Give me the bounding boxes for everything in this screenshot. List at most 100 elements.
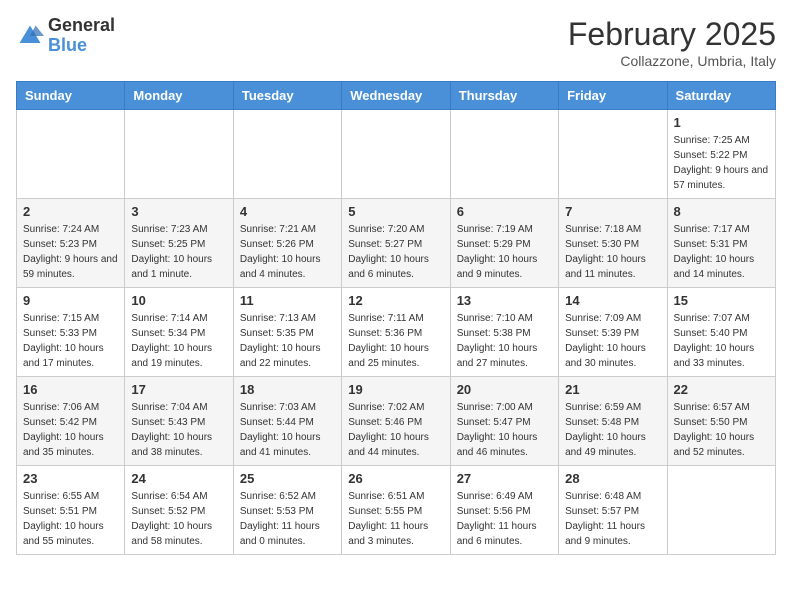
- day-info: Sunrise: 6:54 AM Sunset: 5:52 PM Dayligh…: [131, 489, 226, 549]
- calendar-cell: 25 Sunrise: 6:52 AM Sunset: 5:53 PM Dayli…: [233, 466, 341, 555]
- day-info: Sunrise: 6:57 AM Sunset: 5:50 PM Dayligh…: [674, 400, 769, 460]
- day-info: Sunrise: 7:18 AM Sunset: 5:30 PM Dayligh…: [565, 222, 660, 282]
- day-info: Sunrise: 6:48 AM Sunset: 5:57 PM Dayligh…: [565, 489, 660, 549]
- day-number: 7: [565, 204, 660, 219]
- day-info: Sunrise: 7:04 AM Sunset: 5:43 PM Dayligh…: [131, 400, 226, 460]
- day-info: Sunrise: 7:07 AM Sunset: 5:40 PM Dayligh…: [674, 311, 769, 371]
- calendar-cell: 12Sunrise: 7:11 AM Sunset: 5:36 PM Dayli…: [342, 288, 450, 377]
- day-number: 9: [23, 293, 118, 308]
- calendar-cell: [450, 110, 558, 199]
- calendar-cell: [559, 110, 667, 199]
- calendar-cell: 9 Sunrise: 7:15 AM Sunset: 5:33 PM Daylig…: [17, 288, 125, 377]
- day-number: 19: [348, 382, 443, 397]
- calendar-cell: 11Sunrise: 7:13 AM Sunset: 5:35 PM Dayli…: [233, 288, 341, 377]
- day-number: 8: [674, 204, 769, 219]
- day-info: Sunrise: 7:17 AM Sunset: 5:31 PM Dayligh…: [674, 222, 769, 282]
- day-info: Sunrise: 6:59 AM Sunset: 5:48 PM Dayligh…: [565, 400, 660, 460]
- day-number: 16: [23, 382, 118, 397]
- calendar-cell: [667, 466, 775, 555]
- day-number: 22: [674, 382, 769, 397]
- day-number: 11: [240, 293, 335, 308]
- day-number: 17: [131, 382, 226, 397]
- day-info: Sunrise: 6:51 AM Sunset: 5:55 PM Dayligh…: [348, 489, 443, 549]
- calendar-cell: 22 Sunrise: 6:57 AM Sunset: 5:50 PM Dayli…: [667, 377, 775, 466]
- month-title: February 2025: [568, 16, 776, 53]
- calendar-cell: 27 Sunrise: 6:49 AM Sunset: 5:56 PM Dayli…: [450, 466, 558, 555]
- day-number: 4: [240, 204, 335, 219]
- calendar-cell: [125, 110, 233, 199]
- calendar-cell: 18 Sunrise: 7:03 AM Sunset: 5:44 PM Dayli…: [233, 377, 341, 466]
- calendar-week-5: 23Sunrise: 6:55 AM Sunset: 5:51 PM Dayli…: [17, 466, 776, 555]
- col-header-sunday: Sunday: [17, 82, 125, 110]
- day-number: 24: [131, 471, 226, 486]
- day-number: 3: [131, 204, 226, 219]
- col-header-tuesday: Tuesday: [233, 82, 341, 110]
- calendar-cell: 19 Sunrise: 7:02 AM Sunset: 5:46 PM Dayli…: [342, 377, 450, 466]
- calendar-cell: 21 Sunrise: 6:59 AM Sunset: 5:48 PM Dayli…: [559, 377, 667, 466]
- day-info: Sunrise: 7:00 AM Sunset: 5:47 PM Dayligh…: [457, 400, 552, 460]
- calendar-cell: 15 Sunrise: 7:07 AM Sunset: 5:40 PM Dayli…: [667, 288, 775, 377]
- logo: General Blue: [16, 16, 115, 56]
- day-number: 20: [457, 382, 552, 397]
- calendar-cell: 4Sunrise: 7:21 AM Sunset: 5:26 PM Daylig…: [233, 199, 341, 288]
- day-number: 10: [131, 293, 226, 308]
- day-info: Sunrise: 7:09 AM Sunset: 5:39 PM Dayligh…: [565, 311, 660, 371]
- calendar-week-4: 16 Sunrise: 7:06 AM Sunset: 5:42 PM Dayli…: [17, 377, 776, 466]
- day-info: Sunrise: 7:11 AM Sunset: 5:36 PM Dayligh…: [348, 311, 443, 371]
- calendar-cell: 6 Sunrise: 7:19 AM Sunset: 5:29 PM Daylig…: [450, 199, 558, 288]
- day-number: 25: [240, 471, 335, 486]
- page-header: General Blue February 2025 Collazzone, U…: [16, 16, 776, 69]
- day-number: 26: [348, 471, 443, 486]
- day-number: 18: [240, 382, 335, 397]
- calendar-cell: 10 Sunrise: 7:14 AM Sunset: 5:34 PM Dayli…: [125, 288, 233, 377]
- calendar-cell: 1 Sunrise: 7:25 AM Sunset: 5:22 PM Daylig…: [667, 110, 775, 199]
- calendar-cell: 17 Sunrise: 7:04 AM Sunset: 5:43 PM Dayli…: [125, 377, 233, 466]
- day-number: 6: [457, 204, 552, 219]
- col-header-thursday: Thursday: [450, 82, 558, 110]
- calendar-cell: 28 Sunrise: 6:48 AM Sunset: 5:57 PM Dayli…: [559, 466, 667, 555]
- calendar-cell: [17, 110, 125, 199]
- day-number: 13: [457, 293, 552, 308]
- day-number: 15: [674, 293, 769, 308]
- day-info: Sunrise: 7:24 AM Sunset: 5:23 PM Dayligh…: [23, 222, 118, 282]
- logo-text: General Blue: [48, 16, 115, 56]
- calendar-cell: 13 Sunrise: 7:10 AM Sunset: 5:38 PM Dayli…: [450, 288, 558, 377]
- calendar-cell: 14 Sunrise: 7:09 AM Sunset: 5:39 PM Dayli…: [559, 288, 667, 377]
- day-number: 28: [565, 471, 660, 486]
- day-info: Sunrise: 6:49 AM Sunset: 5:56 PM Dayligh…: [457, 489, 552, 549]
- day-info: Sunrise: 7:02 AM Sunset: 5:46 PM Dayligh…: [348, 400, 443, 460]
- day-info: Sunrise: 7:10 AM Sunset: 5:38 PM Dayligh…: [457, 311, 552, 371]
- col-header-saturday: Saturday: [667, 82, 775, 110]
- day-info: Sunrise: 7:06 AM Sunset: 5:42 PM Dayligh…: [23, 400, 118, 460]
- day-number: 2: [23, 204, 118, 219]
- calendar-header-row: SundayMondayTuesdayWednesdayThursdayFrid…: [17, 82, 776, 110]
- day-number: 14: [565, 293, 660, 308]
- day-info: Sunrise: 7:14 AM Sunset: 5:34 PM Dayligh…: [131, 311, 226, 371]
- day-info: Sunrise: 7:23 AM Sunset: 5:25 PM Dayligh…: [131, 222, 226, 282]
- calendar-cell: [233, 110, 341, 199]
- location: Collazzone, Umbria, Italy: [568, 53, 776, 69]
- calendar-cell: 3 Sunrise: 7:23 AM Sunset: 5:25 PM Daylig…: [125, 199, 233, 288]
- calendar-cell: 24 Sunrise: 6:54 AM Sunset: 5:52 PM Dayli…: [125, 466, 233, 555]
- calendar: SundayMondayTuesdayWednesdayThursdayFrid…: [16, 81, 776, 555]
- calendar-cell: [342, 110, 450, 199]
- col-header-friday: Friday: [559, 82, 667, 110]
- calendar-cell: 20 Sunrise: 7:00 AM Sunset: 5:47 PM Dayli…: [450, 377, 558, 466]
- calendar-cell: 16 Sunrise: 7:06 AM Sunset: 5:42 PM Dayli…: [17, 377, 125, 466]
- calendar-cell: 7 Sunrise: 7:18 AM Sunset: 5:30 PM Daylig…: [559, 199, 667, 288]
- day-info: Sunrise: 7:15 AM Sunset: 5:33 PM Dayligh…: [23, 311, 118, 371]
- day-info: Sunrise: 6:52 AM Sunset: 5:53 PM Dayligh…: [240, 489, 335, 549]
- calendar-cell: 2 Sunrise: 7:24 AM Sunset: 5:23 PM Daylig…: [17, 199, 125, 288]
- calendar-cell: 26 Sunrise: 6:51 AM Sunset: 5:55 PM Dayli…: [342, 466, 450, 555]
- day-info: Sunrise: 7:25 AM Sunset: 5:22 PM Dayligh…: [674, 133, 769, 193]
- calendar-week-1: 1 Sunrise: 7:25 AM Sunset: 5:22 PM Daylig…: [17, 110, 776, 199]
- calendar-cell: 5Sunrise: 7:20 AM Sunset: 5:27 PM Daylig…: [342, 199, 450, 288]
- day-number: 5: [348, 204, 443, 219]
- day-info: Sunrise: 7:19 AM Sunset: 5:29 PM Dayligh…: [457, 222, 552, 282]
- day-number: 1: [674, 115, 769, 130]
- title-block: February 2025 Collazzone, Umbria, Italy: [568, 16, 776, 69]
- day-number: 27: [457, 471, 552, 486]
- day-number: 21: [565, 382, 660, 397]
- day-number: 23: [23, 471, 118, 486]
- day-info: Sunrise: 7:03 AM Sunset: 5:44 PM Dayligh…: [240, 400, 335, 460]
